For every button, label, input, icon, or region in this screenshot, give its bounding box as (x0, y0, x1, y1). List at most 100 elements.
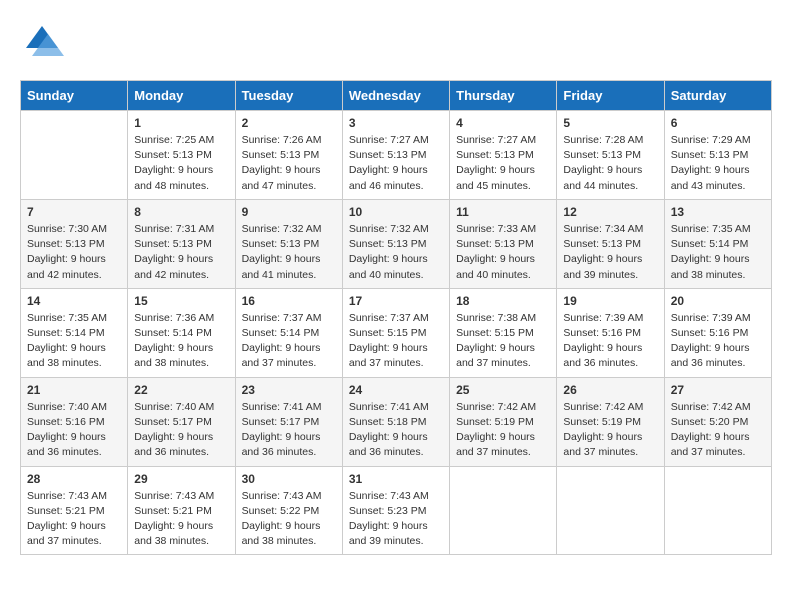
day-number: 16 (242, 294, 336, 308)
day-cell: 17 Sunrise: 7:37 AM Sunset: 5:15 PM Dayli… (342, 288, 449, 377)
day-info: Sunrise: 7:37 AM Sunset: 5:15 PM Dayligh… (349, 311, 443, 372)
day-info: Sunrise: 7:40 AM Sunset: 5:17 PM Dayligh… (134, 400, 228, 461)
day-info: Sunrise: 7:26 AM Sunset: 5:13 PM Dayligh… (242, 133, 336, 194)
day-cell: 18 Sunrise: 7:38 AM Sunset: 5:15 PM Dayli… (450, 288, 557, 377)
day-cell: 23 Sunrise: 7:41 AM Sunset: 5:17 PM Dayli… (235, 377, 342, 466)
day-info: Sunrise: 7:25 AM Sunset: 5:13 PM Dayligh… (134, 133, 228, 194)
day-number: 18 (456, 294, 550, 308)
day-cell: 31Sunrise: 7:43 AM Sunset: 5:23 PM Dayli… (342, 466, 449, 555)
day-cell: 6 Sunrise: 7:29 AM Sunset: 5:13 PM Daylig… (664, 111, 771, 200)
day-number: 26 (563, 383, 657, 397)
header-cell-friday: Friday (557, 81, 664, 111)
day-cell: 15Sunrise: 7:36 AM Sunset: 5:14 PM Dayli… (128, 288, 235, 377)
day-number: 21 (27, 383, 121, 397)
week-row-5: 28 Sunrise: 7:43 AM Sunset: 5:21 PM Dayli… (21, 466, 772, 555)
header-cell-sunday: Sunday (21, 81, 128, 111)
day-info: Sunrise: 7:39 AM Sunset: 5:16 PM Dayligh… (671, 311, 765, 372)
day-info: Sunrise: 7:43 AM Sunset: 5:23 PM Dayligh… (349, 489, 443, 550)
day-info: Sunrise: 7:31 AM Sunset: 5:13 PM Dayligh… (134, 222, 228, 283)
day-info: Sunrise: 7:30 AM Sunset: 5:13 PM Dayligh… (27, 222, 121, 283)
logo-icon (20, 20, 64, 64)
day-info: Sunrise: 7:42 AM Sunset: 5:20 PM Dayligh… (671, 400, 765, 461)
day-info: Sunrise: 7:35 AM Sunset: 5:14 PM Dayligh… (27, 311, 121, 372)
day-info: Sunrise: 7:32 AM Sunset: 5:13 PM Dayligh… (242, 222, 336, 283)
week-row-2: 7 Sunrise: 7:30 AM Sunset: 5:13 PM Daylig… (21, 199, 772, 288)
day-cell: 3 Sunrise: 7:27 AM Sunset: 5:13 PM Daylig… (342, 111, 449, 200)
day-cell (557, 466, 664, 555)
day-info: Sunrise: 7:36 AM Sunset: 5:14 PM Dayligh… (134, 311, 228, 372)
day-number: 28 (27, 472, 121, 486)
day-cell: 29 Sunrise: 7:43 AM Sunset: 5:21 PM Dayli… (128, 466, 235, 555)
day-number: 23 (242, 383, 336, 397)
day-number: 11 (456, 205, 550, 219)
day-info: Sunrise: 7:32 AM Sunset: 5:13 PM Dayligh… (349, 222, 443, 283)
header-cell-saturday: Saturday (664, 81, 771, 111)
day-number: 30 (242, 472, 336, 486)
day-cell: 19 Sunrise: 7:39 AM Sunset: 5:16 PM Dayli… (557, 288, 664, 377)
day-cell: 21 Sunrise: 7:40 AM Sunset: 5:16 PM Dayli… (21, 377, 128, 466)
day-cell: 5 Sunrise: 7:28 AM Sunset: 5:13 PM Daylig… (557, 111, 664, 200)
day-number: 5 (563, 116, 657, 130)
header-cell-monday: Monday (128, 81, 235, 111)
day-cell: 2 Sunrise: 7:26 AM Sunset: 5:13 PM Daylig… (235, 111, 342, 200)
header-cell-wednesday: Wednesday (342, 81, 449, 111)
day-number: 2 (242, 116, 336, 130)
day-info: Sunrise: 7:43 AM Sunset: 5:22 PM Dayligh… (242, 489, 336, 550)
day-number: 6 (671, 116, 765, 130)
day-number: 24 (349, 383, 443, 397)
calendar-header: SundayMondayTuesdayWednesdayThursdayFrid… (21, 81, 772, 111)
day-cell: 27 Sunrise: 7:42 AM Sunset: 5:20 PM Dayli… (664, 377, 771, 466)
day-number: 17 (349, 294, 443, 308)
day-info: Sunrise: 7:35 AM Sunset: 5:14 PM Dayligh… (671, 222, 765, 283)
day-number: 3 (349, 116, 443, 130)
day-cell: 13Sunrise: 7:35 AM Sunset: 5:14 PM Dayli… (664, 199, 771, 288)
day-cell: 10 Sunrise: 7:32 AM Sunset: 5:13 PM Dayli… (342, 199, 449, 288)
day-cell: 9 Sunrise: 7:32 AM Sunset: 5:13 PM Daylig… (235, 199, 342, 288)
day-info: Sunrise: 7:39 AM Sunset: 5:16 PM Dayligh… (563, 311, 657, 372)
header-row: SundayMondayTuesdayWednesdayThursdayFrid… (21, 81, 772, 111)
day-info: Sunrise: 7:38 AM Sunset: 5:15 PM Dayligh… (456, 311, 550, 372)
day-info: Sunrise: 7:40 AM Sunset: 5:16 PM Dayligh… (27, 400, 121, 461)
day-info: Sunrise: 7:43 AM Sunset: 5:21 PM Dayligh… (27, 489, 121, 550)
day-number: 27 (671, 383, 765, 397)
day-info: Sunrise: 7:42 AM Sunset: 5:19 PM Dayligh… (563, 400, 657, 461)
day-number: 12 (563, 205, 657, 219)
day-info: Sunrise: 7:43 AM Sunset: 5:21 PM Dayligh… (134, 489, 228, 550)
day-number: 1 (134, 116, 228, 130)
day-info: Sunrise: 7:37 AM Sunset: 5:14 PM Dayligh… (242, 311, 336, 372)
day-number: 4 (456, 116, 550, 130)
day-number: 8 (134, 205, 228, 219)
week-row-1: 1 Sunrise: 7:25 AM Sunset: 5:13 PM Daylig… (21, 111, 772, 200)
day-cell (21, 111, 128, 200)
header-cell-tuesday: Tuesday (235, 81, 342, 111)
day-number: 14 (27, 294, 121, 308)
day-info: Sunrise: 7:29 AM Sunset: 5:13 PM Dayligh… (671, 133, 765, 194)
day-info: Sunrise: 7:34 AM Sunset: 5:13 PM Dayligh… (563, 222, 657, 283)
day-info: Sunrise: 7:27 AM Sunset: 5:13 PM Dayligh… (349, 133, 443, 194)
logo (20, 20, 68, 64)
day-cell: 24Sunrise: 7:41 AM Sunset: 5:18 PM Dayli… (342, 377, 449, 466)
day-cell: 22Sunrise: 7:40 AM Sunset: 5:17 PM Dayli… (128, 377, 235, 466)
day-number: 9 (242, 205, 336, 219)
day-number: 7 (27, 205, 121, 219)
day-number: 10 (349, 205, 443, 219)
day-number: 25 (456, 383, 550, 397)
day-info: Sunrise: 7:33 AM Sunset: 5:13 PM Dayligh… (456, 222, 550, 283)
day-cell: 16 Sunrise: 7:37 AM Sunset: 5:14 PM Dayli… (235, 288, 342, 377)
day-cell: 28 Sunrise: 7:43 AM Sunset: 5:21 PM Dayli… (21, 466, 128, 555)
day-cell: 20Sunrise: 7:39 AM Sunset: 5:16 PM Dayli… (664, 288, 771, 377)
day-info: Sunrise: 7:41 AM Sunset: 5:17 PM Dayligh… (242, 400, 336, 461)
day-cell: 14 Sunrise: 7:35 AM Sunset: 5:14 PM Dayli… (21, 288, 128, 377)
day-cell: 4Sunrise: 7:27 AM Sunset: 5:13 PM Daylig… (450, 111, 557, 200)
day-cell (450, 466, 557, 555)
week-row-3: 14 Sunrise: 7:35 AM Sunset: 5:14 PM Dayli… (21, 288, 772, 377)
day-number: 19 (563, 294, 657, 308)
day-cell: 12 Sunrise: 7:34 AM Sunset: 5:13 PM Dayli… (557, 199, 664, 288)
day-info: Sunrise: 7:28 AM Sunset: 5:13 PM Dayligh… (563, 133, 657, 194)
day-cell: 26 Sunrise: 7:42 AM Sunset: 5:19 PM Dayli… (557, 377, 664, 466)
day-number: 29 (134, 472, 228, 486)
day-cell: 11 Sunrise: 7:33 AM Sunset: 5:13 PM Dayli… (450, 199, 557, 288)
page-header (20, 20, 772, 64)
week-row-4: 21 Sunrise: 7:40 AM Sunset: 5:16 PM Dayli… (21, 377, 772, 466)
day-cell: 30 Sunrise: 7:43 AM Sunset: 5:22 PM Dayli… (235, 466, 342, 555)
